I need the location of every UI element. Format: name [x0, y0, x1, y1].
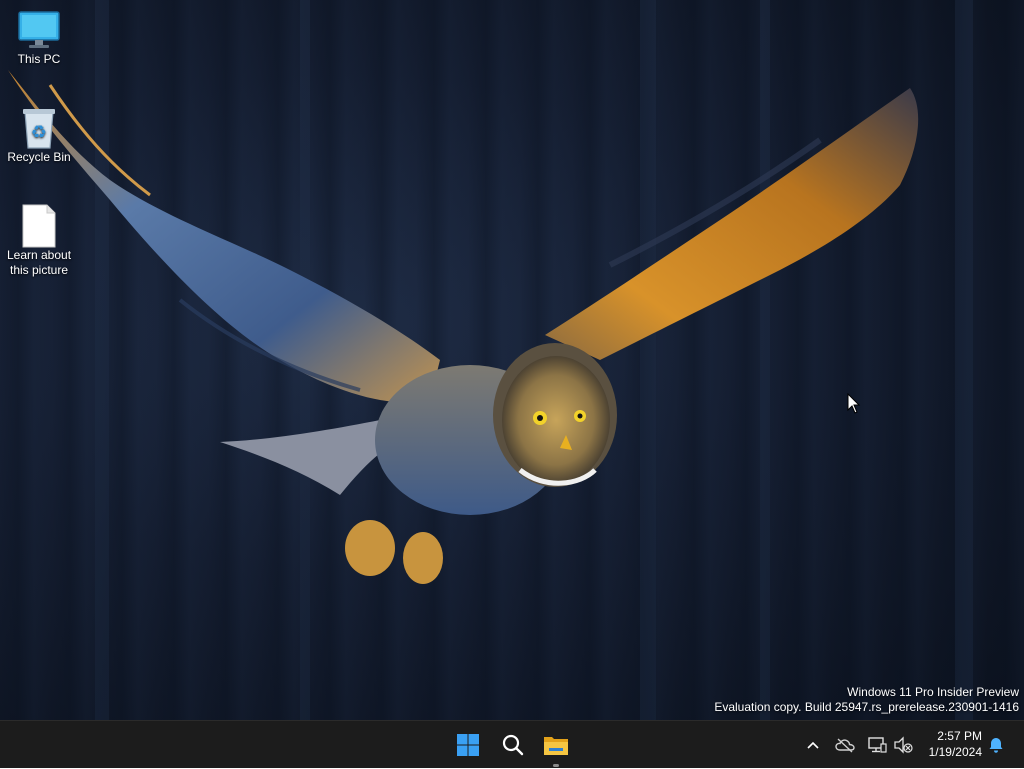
desktop-icon-learn-about-picture[interactable]: Learn about this picture [1, 204, 77, 278]
notification-center-button[interactable] [984, 721, 1008, 769]
owl-wallpaper-image [8, 70, 919, 584]
desktop-icon-recycle-bin[interactable]: ♻ Recycle Bin [1, 106, 77, 165]
recycle-bin-icon: ♻ [17, 106, 61, 150]
desktop-wallpaper[interactable]: This PC ♻ Recycle Bin Learn about this p… [0, 0, 1024, 720]
desktop-icon-label: This PC [17, 52, 61, 66]
start-button[interactable] [448, 725, 488, 765]
taskbar-clock[interactable]: 2:57 PM 1/19/2024 [929, 728, 982, 760]
desktop-icon-label: Recycle Bin [7, 150, 71, 164]
search-icon [502, 734, 524, 756]
taskbar: 2:57 PM 1/19/2024 [0, 720, 1024, 768]
chevron-up-icon [807, 741, 819, 749]
show-hidden-icons-button[interactable] [801, 721, 825, 769]
volume-muted-icon [894, 736, 913, 754]
watermark-build: Evaluation copy. Build 25947.rs_prerelea… [714, 700, 1019, 714]
clock-date: 1/19/2024 [928, 745, 982, 759]
network-icon [868, 737, 887, 753]
monitor-icon [17, 8, 61, 52]
evaluation-watermark: Windows 11 Pro Insider Preview Evaluatio… [714, 685, 1019, 715]
cloud-offline-icon [835, 738, 855, 753]
svg-text:♻: ♻ [31, 122, 47, 143]
bell-icon [989, 738, 1003, 753]
onedrive-tray-button[interactable] [833, 721, 857, 769]
search-button[interactable] [493, 725, 533, 765]
document-icon [17, 204, 61, 248]
mouse-pointer-icon [847, 393, 861, 414]
volume-tray-button[interactable] [891, 721, 915, 769]
file-explorer-running-indicator [553, 764, 559, 767]
network-tray-button[interactable] [865, 721, 889, 769]
desktop-icon-this-pc[interactable]: This PC [1, 8, 77, 67]
clock-time: 2:57 PM [937, 729, 982, 743]
watermark-edition: Windows 11 Pro Insider Preview [847, 685, 1019, 699]
file-explorer-button[interactable] [536, 725, 576, 765]
folder-icon [544, 737, 568, 755]
windows-logo-icon [457, 734, 479, 756]
desktop-icon-label: Learn about this picture [6, 248, 72, 277]
